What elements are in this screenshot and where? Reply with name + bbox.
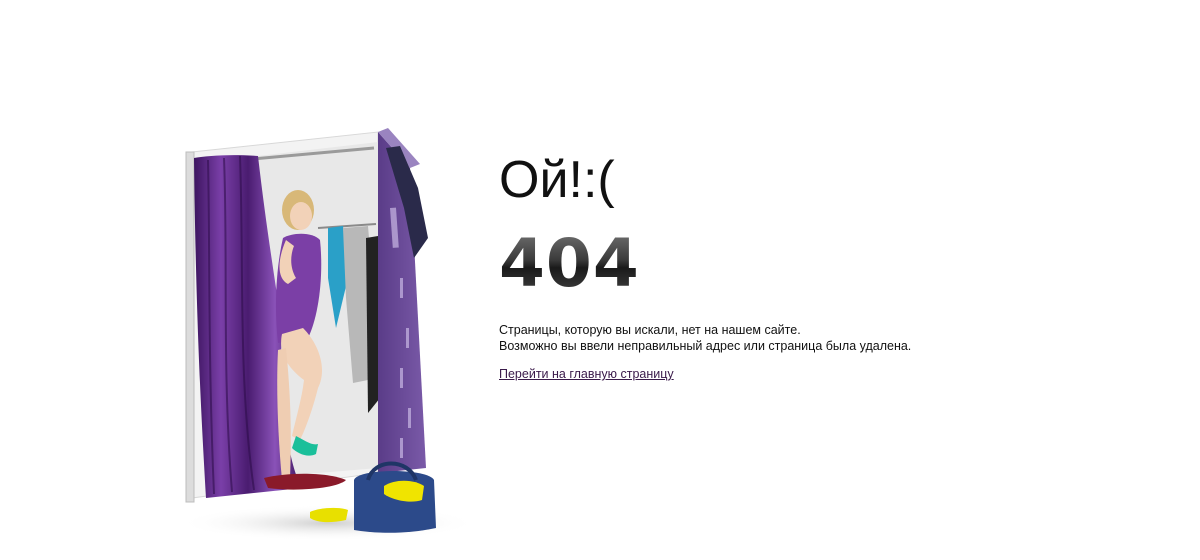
fitting-room-image [178, 128, 478, 541]
home-link[interactable]: Перейти на главную страницу [499, 367, 674, 381]
error-code: 404 [499, 225, 640, 302]
error-content: Ой!:( 404 Страницы, которую вы искали, н… [499, 148, 1099, 383]
error-message-line-2: Возможно вы ввели неправильный адрес или… [499, 339, 912, 353]
fitting-room-illustration [178, 128, 478, 548]
error-message-line-1: Страницы, которую вы искали, нет на наше… [499, 323, 801, 337]
oops-heading: Ой!:( [499, 151, 615, 209]
error-page: Ой!:( 404 Страницы, которую вы искали, н… [0, 0, 1200, 560]
error-message: Страницы, которую вы искали, нет на наше… [499, 322, 1099, 354]
